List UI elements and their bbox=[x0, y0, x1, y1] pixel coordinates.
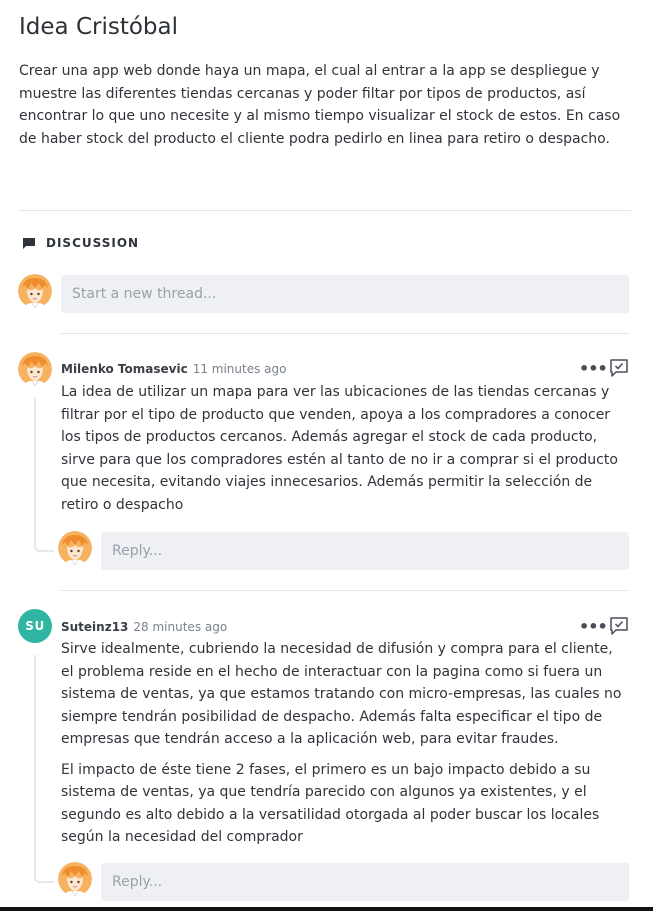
comment-paragraph: Sirve idealmente, cubriendo la necesidad… bbox=[61, 641, 622, 747]
comment-meta: Suteinz13 28 minutes ago bbox=[61, 620, 227, 634]
more-options-icon[interactable]: ••• bbox=[579, 619, 608, 635]
comment-author[interactable]: Milenko Tomasevic bbox=[61, 362, 188, 376]
author-avatar: SU bbox=[18, 609, 52, 643]
new-thread-placeholder: Start a new thread... bbox=[72, 286, 217, 302]
discussion-header: DISCUSSION bbox=[22, 236, 139, 250]
author-avatar bbox=[18, 352, 52, 386]
comment-icon bbox=[22, 237, 36, 250]
idea-description: Crear una app web donde haya un mapa, el… bbox=[19, 63, 621, 147]
comment-body: La idea de utilizar un mapa para ver las… bbox=[61, 381, 629, 524]
discussion-heading: DISCUSSION bbox=[46, 236, 140, 250]
reply-input[interactable]: Reply... bbox=[101, 863, 629, 901]
comment-time[interactable]: 11 minutes ago bbox=[193, 362, 287, 376]
current-user-avatar bbox=[18, 274, 52, 308]
comment-meta: Milenko Tomasevic 11 minutes ago bbox=[61, 362, 287, 376]
reply-avatar bbox=[58, 531, 92, 565]
comment-author[interactable]: Suteinz13 bbox=[61, 620, 128, 634]
thread-connector bbox=[34, 397, 54, 552]
reply-avatar bbox=[58, 862, 92, 896]
comment-time[interactable]: 28 minutes ago bbox=[133, 620, 227, 634]
thread-divider bbox=[61, 590, 629, 591]
page-bottom-edge bbox=[0, 907, 653, 911]
comment-paragraph: La idea de utilizar un mapa para ver las… bbox=[61, 384, 618, 513]
more-options-icon[interactable]: ••• bbox=[579, 361, 608, 377]
section-divider bbox=[19, 210, 631, 211]
mark-resolved-icon[interactable] bbox=[609, 358, 629, 378]
reply-placeholder: Reply... bbox=[112, 543, 163, 559]
new-thread-input[interactable]: Start a new thread... bbox=[61, 275, 629, 313]
thread-divider bbox=[61, 333, 629, 334]
comment-paragraph: El impacto de éste tiene 2 fases, el pri… bbox=[61, 761, 600, 846]
reply-input[interactable]: Reply... bbox=[101, 532, 629, 570]
comment-body: Sirve idealmente, cubriendo la necesidad… bbox=[61, 638, 629, 857]
thread-connector bbox=[34, 655, 54, 883]
reply-placeholder: Reply... bbox=[112, 874, 163, 890]
mark-resolved-icon[interactable] bbox=[609, 616, 629, 636]
idea-title: Idea Cristóbal bbox=[19, 14, 179, 40]
avatar-initials: SU bbox=[25, 619, 45, 633]
